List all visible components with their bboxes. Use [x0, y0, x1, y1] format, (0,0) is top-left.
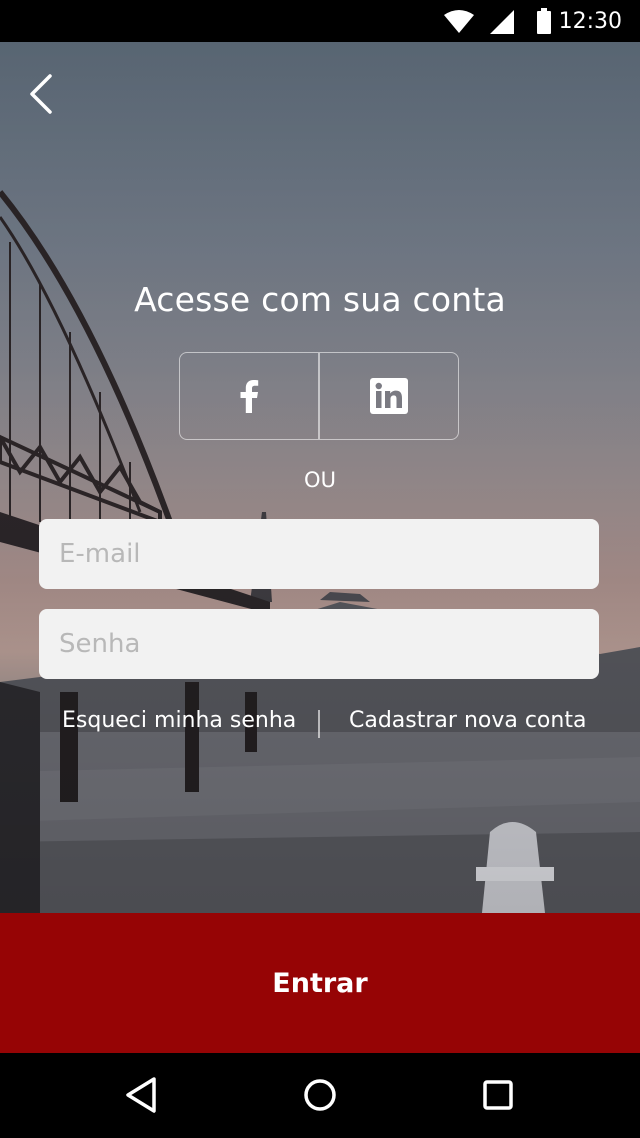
nav-recents-button[interactable] — [476, 1073, 520, 1117]
battery-icon — [537, 8, 551, 34]
back-button[interactable] — [22, 70, 66, 118]
or-separator: OU — [304, 468, 336, 492]
status-bar: 12:30 — [0, 0, 640, 42]
register-link[interactable]: Cadastrar nova conta — [349, 708, 586, 733]
forgot-password-link[interactable]: Esqueci minha senha — [62, 708, 296, 733]
linkedin-login-button[interactable] — [320, 353, 458, 439]
auth-links: Esqueci minha senha Cadastrar nova conta — [0, 708, 640, 740]
facebook-login-button[interactable] — [180, 353, 318, 439]
links-divider — [318, 710, 320, 738]
navigation-bar — [0, 1053, 640, 1138]
status-time: 12:30 — [558, 9, 622, 34]
login-button[interactable]: Entrar — [0, 913, 640, 1053]
nav-back-button[interactable] — [120, 1073, 164, 1117]
wifi-icon — [444, 10, 474, 33]
chevron-left-icon — [30, 74, 52, 114]
facebook-icon — [240, 380, 259, 413]
back-triangle-icon — [126, 1077, 156, 1113]
linkedin-icon — [369, 378, 408, 414]
password-input[interactable] — [39, 609, 599, 679]
nav-home-button[interactable] — [298, 1073, 342, 1117]
social-login-group — [179, 352, 459, 440]
recents-square-icon — [483, 1080, 513, 1110]
cellular-signal-icon — [490, 10, 514, 34]
page-title: Acesse com sua conta — [134, 280, 506, 319]
email-input[interactable] — [39, 519, 599, 589]
home-circle-icon — [304, 1079, 336, 1111]
